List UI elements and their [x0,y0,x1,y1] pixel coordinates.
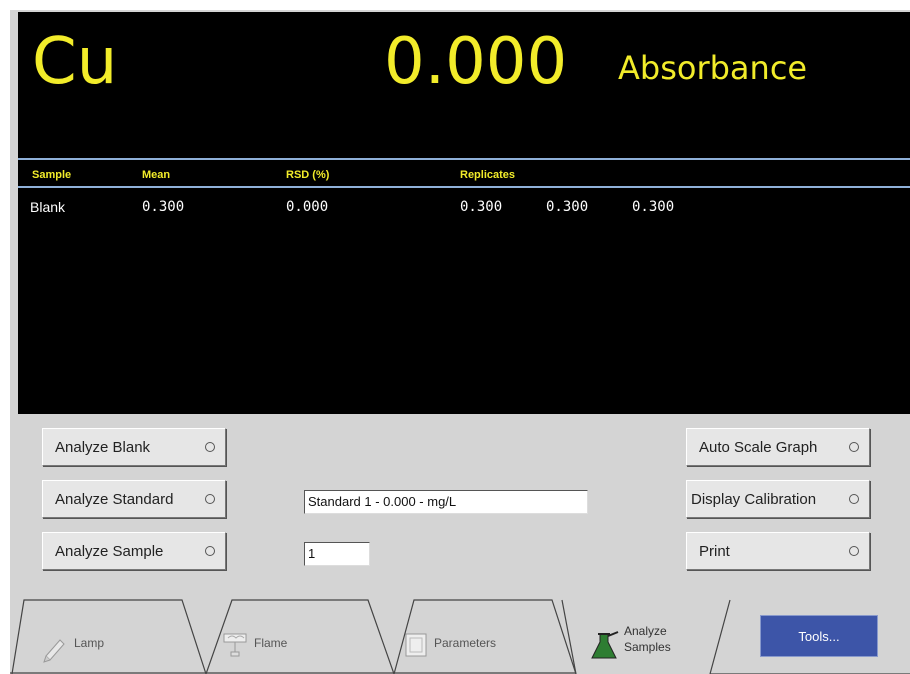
col-header-replicates: Replicates [460,169,516,181]
analyze-blank-label: Analyze Blank [55,438,151,456]
current-reading: 0.000 [384,25,568,99]
tab-parameters-label: Parameters [434,636,497,650]
results-display: Cu 0.000 Absorbance Sample Mean RSD (%) … [18,12,910,414]
status-led-icon [849,546,859,556]
row-replicate-3: 0.300 [632,199,675,215]
display-calibration-button[interactable]: Display Calibration [686,480,870,518]
tools-button[interactable]: Tools... [760,615,878,657]
analyze-blank-button[interactable]: Analyze Blank [42,428,226,466]
row-replicate-1: 0.300 [460,199,503,215]
tab-analyze-label-line1: Analyze [624,624,667,638]
instrument-window: Cu 0.000 Absorbance Sample Mean RSD (%) … [10,10,910,674]
tab-analyze-label-line2: Samples [624,640,671,654]
status-led-icon [205,494,215,504]
row-rsd: 0.000 [286,199,329,215]
analyze-standard-label: Analyze Standard [55,490,174,508]
print-button[interactable]: Print [686,532,870,570]
tab-lamp-label: Lamp [74,636,105,650]
analyze-sample-label: Analyze Sample [55,542,164,560]
analyze-standard-button[interactable]: Analyze Standard [42,480,226,518]
col-header-mean: Mean [142,169,171,181]
status-led-icon [205,546,215,556]
status-led-icon [849,494,859,504]
table-header-rule [18,186,910,188]
display-calibration-label: Display Calibration [691,490,817,508]
row-sample: Blank [30,199,66,215]
tab-flame-label: Flame [254,636,288,650]
analyze-sample-button[interactable]: Analyze Sample [42,532,226,570]
col-header-sample: Sample [32,169,72,181]
sample-number-input[interactable]: 1 [304,542,370,566]
col-header-rsd: RSD (%) [286,169,330,181]
status-led-icon [849,442,859,452]
reading-unit: Absorbance [618,49,808,87]
row-mean: 0.300 [142,199,185,215]
tab-lamp[interactable] [11,599,207,674]
status-led-icon [205,442,215,452]
element-symbol: Cu [32,25,118,99]
auto-scale-graph-button[interactable]: Auto Scale Graph [686,428,870,466]
print-label: Print [699,542,730,560]
row-replicate-2: 0.300 [546,199,589,215]
parameters-icon [405,633,427,657]
auto-scale-graph-label: Auto Scale Graph [699,438,818,456]
standard-input[interactable]: Standard 1 - 0.000 - mg/L [304,490,588,514]
table-top-rule [18,158,910,160]
